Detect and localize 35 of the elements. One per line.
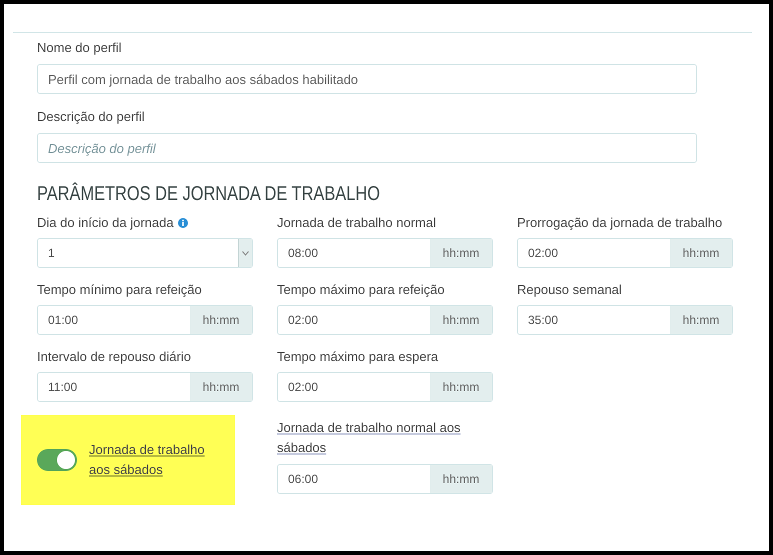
unit-addon: hh:mm <box>670 306 732 334</box>
time-field[interactable]: 08:00 hh:mm <box>277 238 493 268</box>
unit-addon: hh:mm <box>430 239 492 267</box>
description-field[interactable]: Descrição do perfil <box>37 133 697 163</box>
info-icon[interactable] <box>178 218 188 228</box>
field-label: Jornada de trabalho normal <box>277 214 436 232</box>
caret-icon <box>242 250 249 256</box>
unit-addon: hh:mm <box>430 465 492 493</box>
field-label: Tempo máximo para refeição <box>277 281 445 299</box>
unit-addon: hh:mm <box>190 306 252 334</box>
unit-addon: hh:mm <box>190 373 252 401</box>
field-label: Prorrogação da jornada de trabalho <box>517 214 722 232</box>
time-field[interactable]: 35:00 hh:mm <box>517 305 733 335</box>
unit-addon: hh:mm <box>670 239 732 267</box>
field-label: Jornada de trabalho normal aos sábados <box>277 419 462 457</box>
section-title: PARÂMETROS DE JORNADA DE TRABALHO <box>37 183 380 206</box>
time-field[interactable]: 06:00 hh:mm <box>277 464 493 494</box>
time-field[interactable]: 02:00 hh:mm <box>277 372 493 402</box>
field-label: Dia do início da jornada <box>37 214 174 232</box>
field-label: Nome do perfil <box>37 39 123 57</box>
field-label: Tempo máximo para espera <box>277 348 438 366</box>
unit-addon: hh:mm <box>430 306 492 334</box>
time-field[interactable]: 02:00 hh:mm <box>277 305 493 335</box>
field-label: Intervalo de repouso diário <box>37 348 191 366</box>
toggle-switch[interactable] <box>37 449 77 471</box>
profile-name-field[interactable]: Perfil com jornada de trabalho aos sábados habilitado <box>37 64 697 94</box>
field-label: Tempo mínimo para refeição <box>37 281 202 299</box>
time-field[interactable]: 01:00 hh:mm <box>37 305 253 335</box>
field-label: Descrição do perfil <box>37 108 146 126</box>
time-field[interactable]: 11:00 hh:mm <box>37 372 253 402</box>
field-label: Repouso semanal <box>517 281 622 299</box>
toggle-label: Jornada de trabalho aos sábados <box>89 441 206 479</box>
start-day-select[interactable]: 1 <box>37 238 253 268</box>
time-field[interactable]: 02:00 hh:mm <box>517 238 733 268</box>
unit-addon: hh:mm <box>430 373 492 401</box>
